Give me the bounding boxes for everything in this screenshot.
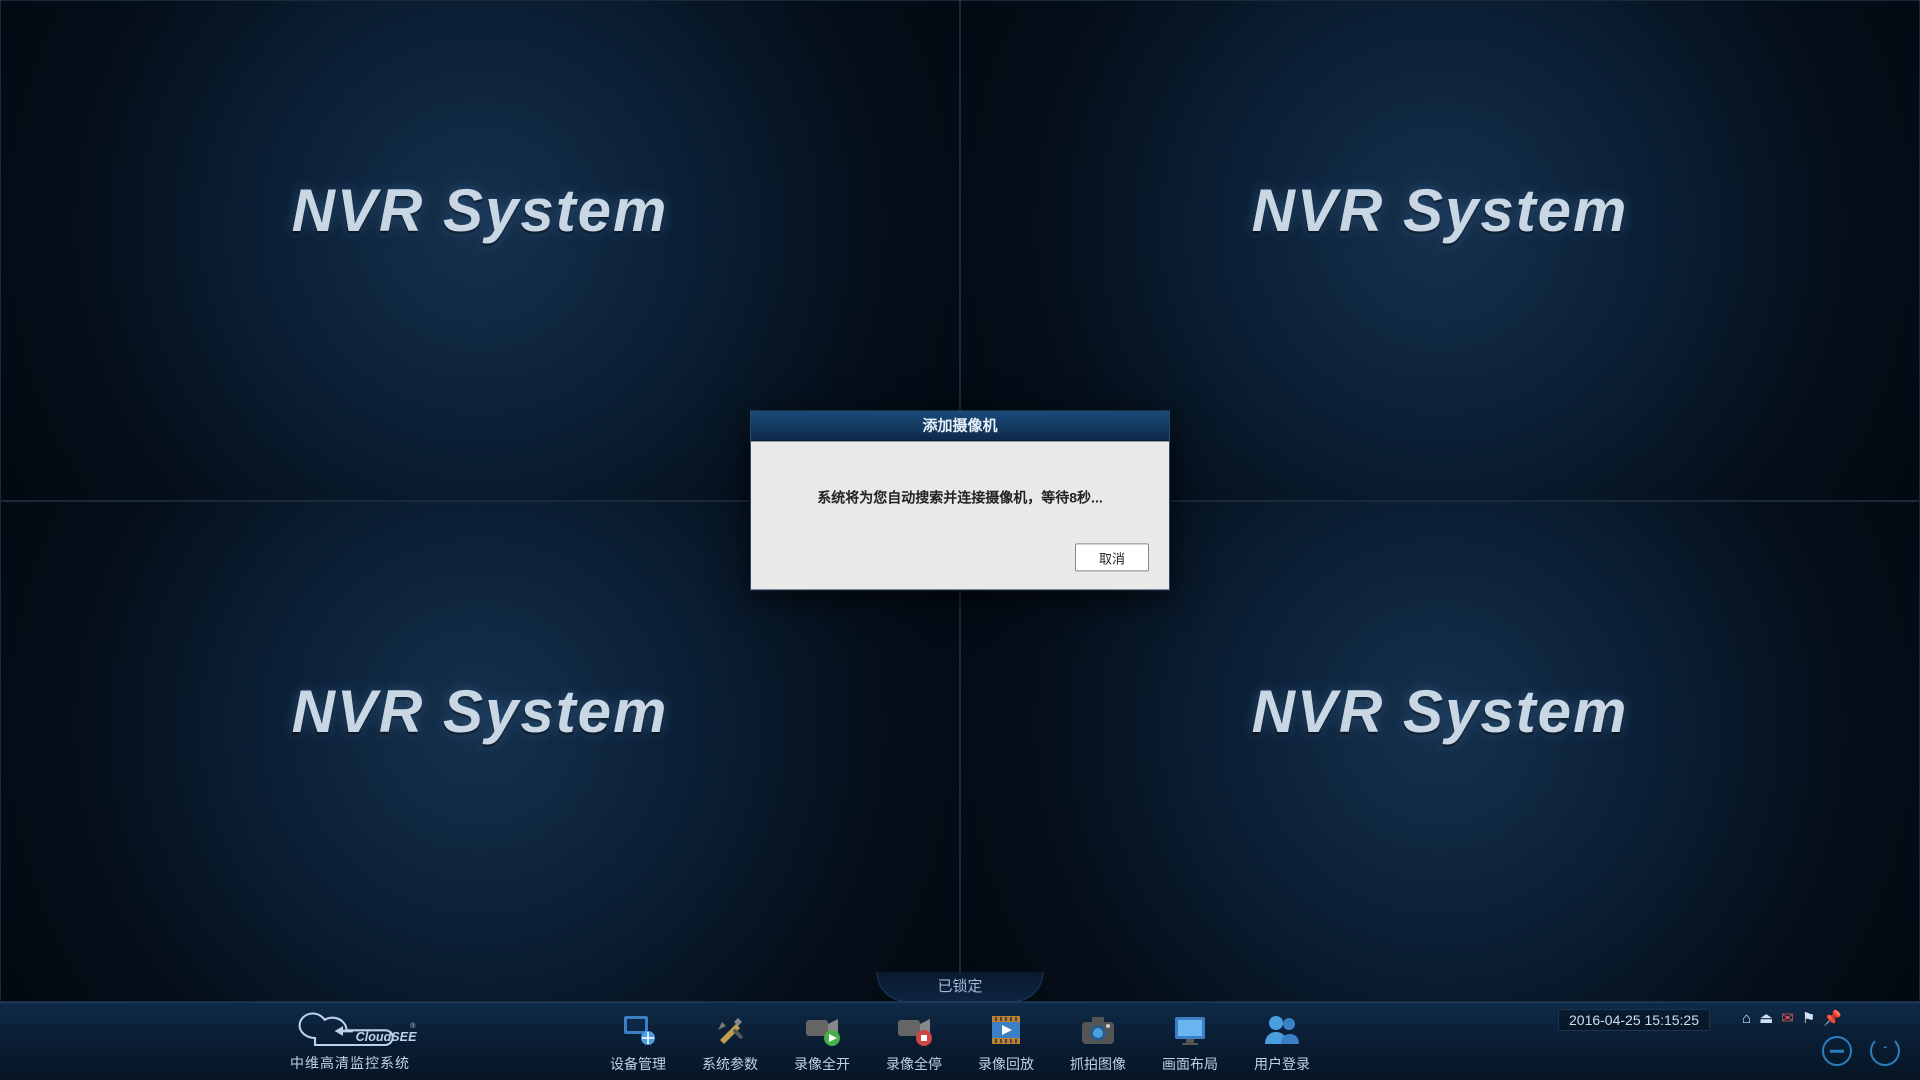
user-login-button[interactable]: 用户登录 bbox=[1254, 1010, 1310, 1074]
toolbar-label: 抓拍图像 bbox=[1070, 1054, 1126, 1074]
toolbar-label: 录像全停 bbox=[886, 1054, 942, 1074]
cloud-icon: CloudSEE ® bbox=[280, 1010, 420, 1052]
datetime-display: 2016-04-25 15:15:25 bbox=[1558, 1009, 1710, 1031]
film-play-icon bbox=[986, 1010, 1026, 1050]
bottom-toolbar: CloudSEE ® 中维高清监控系统 设备管理 系统参数 录像全开 bbox=[0, 1002, 1920, 1080]
toolbar-label: 画面布局 bbox=[1162, 1054, 1218, 1074]
toolbar-label: 录像全开 bbox=[794, 1054, 850, 1074]
device-management-button[interactable]: 设备管理 bbox=[610, 1010, 666, 1074]
dialog-message: 系统将为您自动搜索并连接摄像机，等待8秒... bbox=[771, 487, 1149, 507]
lock-indicator[interactable]: 已锁定 bbox=[876, 972, 1043, 1002]
toolbar-label: 系统参数 bbox=[702, 1054, 758, 1074]
window-controls bbox=[1822, 1036, 1900, 1066]
system-tray: ⌂ ⏏ ✉ ⚑ 📌 bbox=[1742, 1009, 1842, 1027]
camera-icon bbox=[1078, 1010, 1118, 1050]
svg-text:CloudSEE: CloudSEE bbox=[356, 1030, 417, 1044]
camera-record-icon bbox=[802, 1010, 842, 1050]
pin-icon[interactable]: 📌 bbox=[1823, 1009, 1842, 1027]
dialog-body: 系统将为您自动搜索并连接摄像机，等待8秒... 取消 bbox=[751, 441, 1169, 589]
dialog-title: 添加摄像机 bbox=[751, 411, 1169, 441]
eject-icon[interactable]: ⏏ bbox=[1759, 1009, 1773, 1027]
tools-icon bbox=[710, 1010, 750, 1050]
power-button[interactable] bbox=[1870, 1036, 1900, 1066]
brand-caption: 中维高清监控系统 bbox=[230, 1053, 470, 1073]
tile-watermark: NVR System bbox=[292, 176, 669, 245]
main-toolbar: 设备管理 系统参数 录像全开 录像全停 录像回放 bbox=[610, 1010, 1310, 1074]
screen-icon bbox=[1170, 1010, 1210, 1050]
toolbar-label: 录像回放 bbox=[978, 1054, 1034, 1074]
brand-logo: CloudSEE ® 中维高清监控系统 bbox=[230, 1010, 470, 1073]
tile-watermark: NVR System bbox=[1252, 176, 1629, 245]
camera-stop-icon bbox=[894, 1010, 934, 1050]
toolbar-label: 用户登录 bbox=[1254, 1054, 1310, 1074]
flag-icon[interactable]: ⚑ bbox=[1802, 1009, 1815, 1027]
home-icon[interactable]: ⌂ bbox=[1742, 1010, 1751, 1027]
users-icon bbox=[1262, 1010, 1302, 1050]
toolbar-label: 设备管理 bbox=[610, 1054, 666, 1074]
minimize-button[interactable] bbox=[1822, 1036, 1852, 1066]
monitor-network-icon bbox=[618, 1010, 658, 1050]
layout-button[interactable]: 画面布局 bbox=[1162, 1010, 1218, 1074]
system-settings-button[interactable]: 系统参数 bbox=[702, 1010, 758, 1074]
tile-watermark: NVR System bbox=[292, 677, 669, 746]
tile-watermark: NVR System bbox=[1252, 677, 1629, 746]
svg-text:®: ® bbox=[410, 1022, 416, 1030]
cancel-button[interactable]: 取消 bbox=[1075, 543, 1149, 571]
stop-all-recording-button[interactable]: 录像全停 bbox=[886, 1010, 942, 1074]
playback-button[interactable]: 录像回放 bbox=[978, 1010, 1034, 1074]
add-camera-dialog: 添加摄像机 系统将为您自动搜索并连接摄像机，等待8秒... 取消 bbox=[750, 410, 1170, 590]
snapshot-button[interactable]: 抓拍图像 bbox=[1070, 1010, 1126, 1074]
mail-icon[interactable]: ✉ bbox=[1781, 1009, 1794, 1027]
start-all-recording-button[interactable]: 录像全开 bbox=[794, 1010, 850, 1074]
